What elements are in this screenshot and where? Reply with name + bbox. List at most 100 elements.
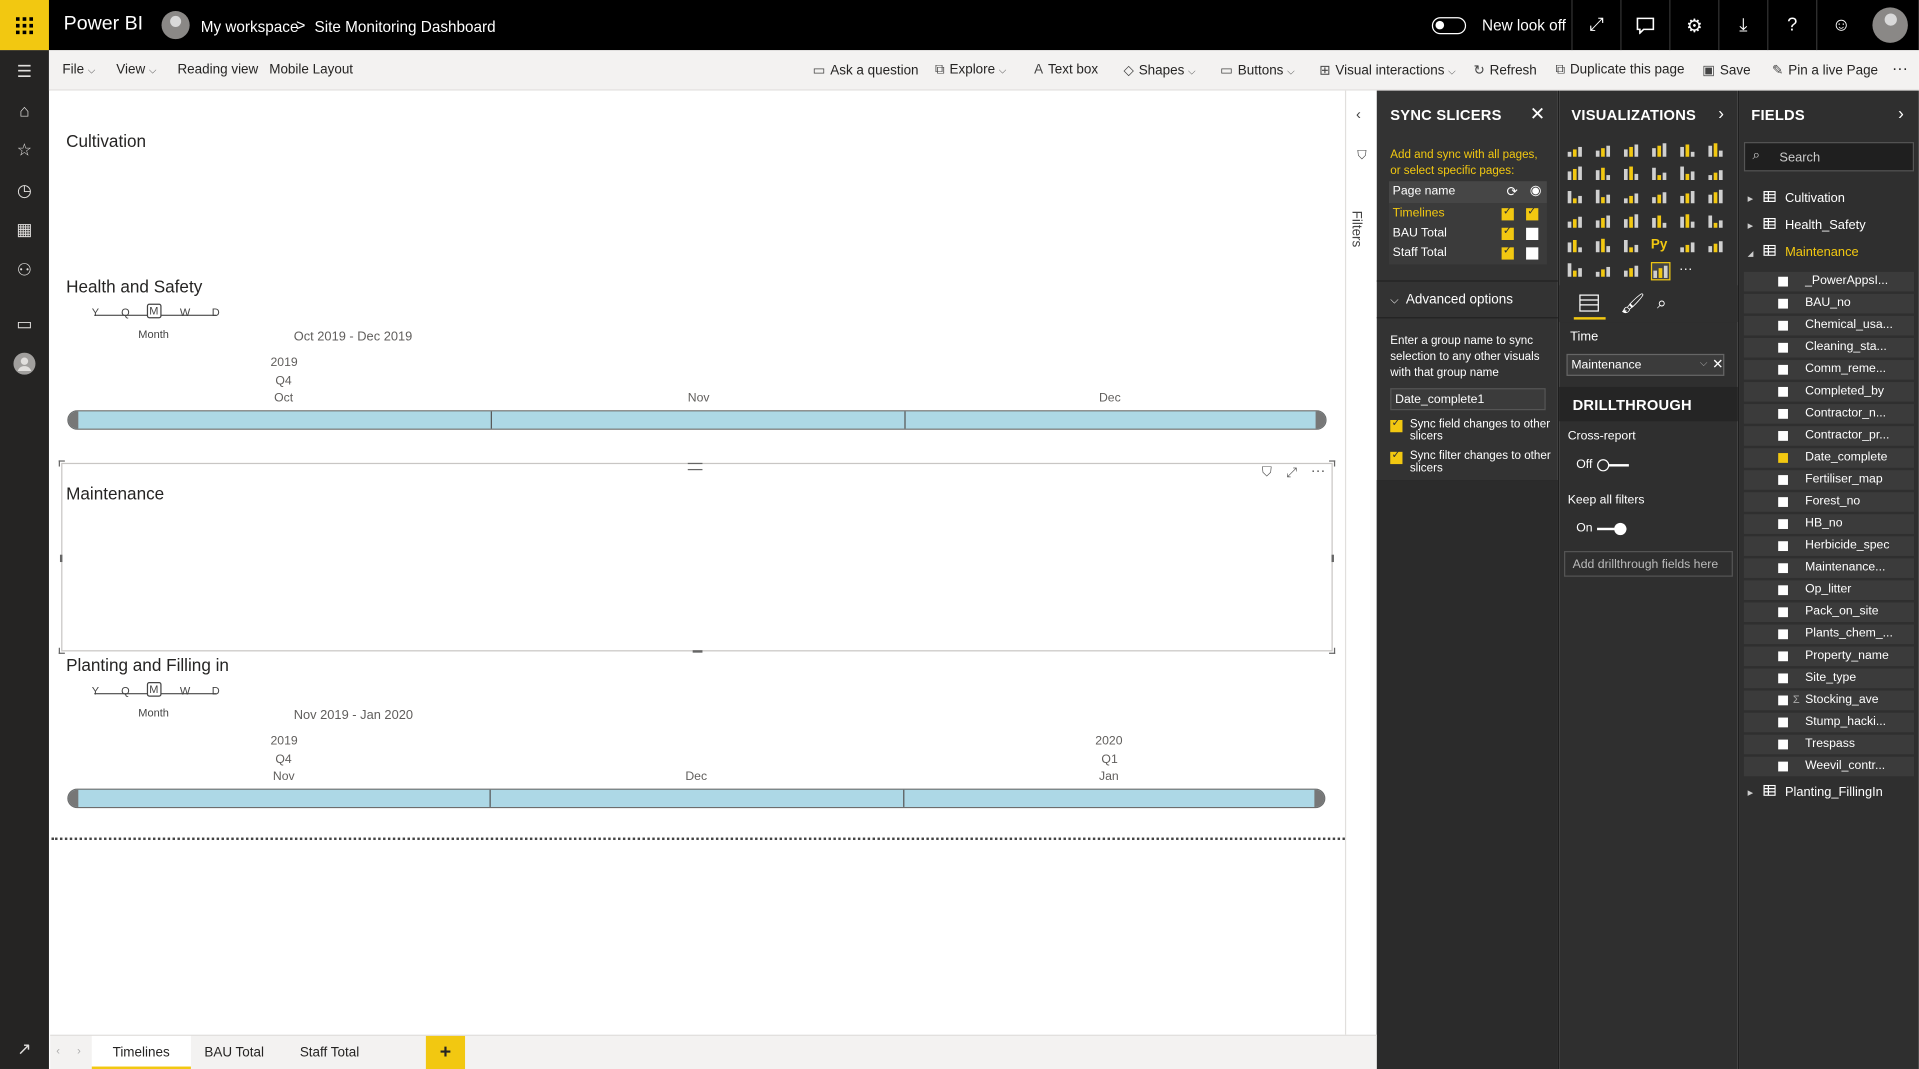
filled-map-icon[interactable] [1595, 213, 1615, 231]
field-checkbox[interactable] [1778, 673, 1788, 684]
scatter-chart-icon[interactable] [1623, 189, 1643, 207]
clustered-bar-chart-icon[interactable] [1623, 142, 1643, 160]
python-visual-icon[interactable]: Py [1651, 238, 1671, 256]
fields-tab-icon[interactable] [1573, 290, 1606, 320]
get-data-arrow-icon[interactable]: ↗ [0, 1030, 49, 1067]
kpi-icon[interactable] [1707, 213, 1727, 231]
map-icon[interactable] [1566, 213, 1586, 231]
resize-corner[interactable] [58, 647, 65, 654]
line-column-chart-icon[interactable] [1651, 165, 1671, 183]
shapes-menu[interactable]: ◇ Shapes ⌵ [1123, 62, 1195, 79]
field-item[interactable]: Contractor_pr... [1743, 426, 1915, 446]
sync-checkbox-timelines[interactable] [1501, 204, 1514, 221]
maintenance-visual-frame[interactable]: ⛉ ⤢ ··· [58, 460, 1336, 654]
collapse-left-icon[interactable]: ‹ [1356, 105, 1361, 122]
field-table-node[interactable]: ◢ Maintenance [1748, 244, 1859, 260]
timeline-cell-dec[interactable] [491, 789, 905, 807]
favorites-star-icon[interactable]: ☆ [0, 131, 49, 168]
recent-clock-icon[interactable]: ◷ [0, 171, 49, 208]
timeline-cell-nov[interactable] [69, 789, 491, 807]
field-item[interactable]: Weevil_contr... [1743, 756, 1915, 777]
unit-quarter[interactable]: Q [121, 306, 130, 318]
collapsed-caret-icon[interactable]: ▸ [1748, 219, 1754, 231]
collapse-right-icon[interactable]: › [1718, 103, 1724, 123]
power-apps-icon[interactable] [1623, 262, 1643, 280]
ask-question-button[interactable]: ▭ Ask a question [813, 62, 919, 79]
stacked-area-chart-icon[interactable] [1623, 165, 1643, 183]
unit-year[interactable]: Y [92, 684, 99, 696]
hamburger-menu-icon[interactable]: ☰ [0, 53, 49, 90]
field-checkbox[interactable] [1778, 497, 1788, 507]
time-well-field[interactable]: Maintenance ⌵ ✕ [1566, 353, 1725, 376]
advanced-options-toggle[interactable]: ⌵ Advanced options [1390, 293, 1513, 308]
apps-icon[interactable]: ▦ [0, 211, 49, 248]
profile-avatar[interactable] [1872, 7, 1908, 43]
unit-day[interactable]: D [212, 306, 220, 318]
field-checkbox[interactable] [1778, 475, 1788, 485]
stacked-bar-chart-icon[interactable] [1566, 142, 1586, 160]
unit-week[interactable]: W [180, 684, 190, 696]
page-tab-bau-total[interactable]: BAU Total [184, 1036, 285, 1069]
field-item[interactable]: BAU_no [1743, 293, 1915, 314]
file-menu[interactable]: File ⌵ [62, 62, 95, 77]
field-checkbox[interactable] [1778, 717, 1788, 728]
field-checkbox[interactable] [1778, 585, 1788, 596]
comment-icon[interactable] [1620, 0, 1669, 51]
field-checkbox[interactable] [1778, 563, 1788, 574]
line-stacked-column-chart-icon[interactable] [1679, 165, 1699, 183]
cross-report-toggle[interactable] [1597, 459, 1629, 472]
collapse-right-icon[interactable]: › [1898, 103, 1904, 123]
resize-edge[interactable] [59, 554, 63, 563]
view-menu[interactable]: View ⌵ [116, 62, 156, 77]
field-item[interactable]: Fertiliser_map [1743, 470, 1915, 490]
field-checkbox[interactable] [1778, 739, 1788, 750]
field-checkbox[interactable] [1778, 386, 1788, 397]
field-checkbox[interactable] [1778, 364, 1788, 375]
timeline-visual-icon[interactable] [1650, 262, 1671, 281]
chevron-down-icon[interactable]: ⌵ [1700, 358, 1707, 370]
sync-filter-checkbox[interactable] [1390, 448, 1403, 465]
health-safety-granularity-selector[interactable]: Y Q M W D [92, 303, 220, 323]
field-checkbox[interactable] [1778, 519, 1788, 529]
timeline-cell-jan[interactable] [904, 790, 1316, 807]
add-page-button[interactable]: + [425, 1035, 466, 1069]
resize-edge[interactable] [1331, 554, 1334, 563]
field-checkbox[interactable] [1778, 651, 1788, 662]
gauge-icon[interactable] [1623, 213, 1643, 231]
unit-quarter[interactable]: Q [121, 684, 130, 696]
drillthrough-drop-zone[interactable]: Add drillthrough fields here [1564, 551, 1733, 577]
field-checkbox[interactable] [1778, 607, 1788, 618]
field-item[interactable]: Comm_reme... [1743, 360, 1915, 380]
visual-more-options-icon[interactable]: ··· [1311, 462, 1326, 479]
field-item[interactable]: Maintenance... [1743, 558, 1915, 578]
decomposition-tree-icon[interactable] [1707, 238, 1727, 256]
field-item[interactable]: Herbicide_spec [1743, 536, 1915, 556]
area-chart-icon[interactable] [1595, 165, 1615, 183]
fields-search-box[interactable]: ⌕ Search [1743, 142, 1915, 172]
group-name-input[interactable]: Date_complete1 [1390, 388, 1546, 411]
filters-label[interactable]: Filters [1349, 211, 1364, 248]
field-item[interactable]: Chemical_usa... [1743, 315, 1915, 336]
settings-gear-icon[interactable]: ⚙ [1669, 0, 1718, 51]
breadcrumb-report[interactable]: Site Monitoring Dashboard [315, 18, 496, 35]
unit-month[interactable]: M [146, 682, 161, 697]
breadcrumb-workspace[interactable]: My workspace [201, 18, 299, 35]
collapsed-caret-icon[interactable]: ▸ [1748, 192, 1754, 204]
timeline-cell-dec[interactable] [906, 411, 1318, 428]
explore-menu[interactable]: ⧉ Explore ⌵ [935, 62, 1006, 78]
text-box-button[interactable]: A Text box [1034, 62, 1098, 77]
100-stacked-bar-chart-icon[interactable] [1679, 142, 1699, 160]
field-item[interactable]: _PowerAppsI... [1743, 271, 1915, 292]
brand-logo[interactable]: Power BI [64, 13, 143, 35]
unit-day[interactable]: D [212, 684, 220, 696]
resize-edge[interactable] [692, 650, 703, 653]
field-checkbox[interactable] [1778, 695, 1788, 706]
mobile-layout-button[interactable]: Mobile Layout [269, 62, 353, 77]
field-table-node[interactable]: ▸ Cultivation [1748, 191, 1845, 206]
duplicate-page-button[interactable]: ⧉ Duplicate this page [1555, 62, 1684, 78]
field-checkbox[interactable] [1778, 408, 1788, 419]
field-item[interactable]: Site_type [1743, 668, 1915, 689]
field-checkbox[interactable] [1778, 320, 1788, 331]
field-checkbox[interactable] [1778, 342, 1788, 353]
field-item[interactable]: Plants_chem_... [1743, 624, 1915, 645]
